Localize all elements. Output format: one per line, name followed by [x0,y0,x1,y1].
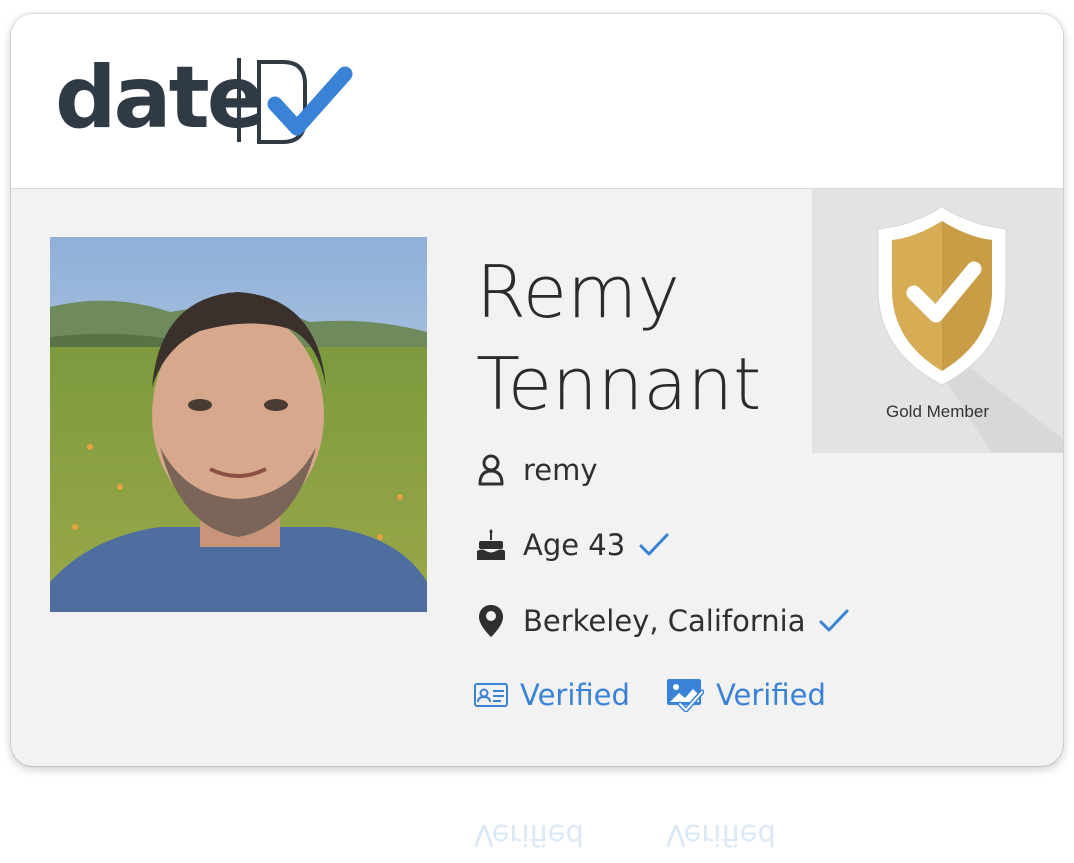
id-verified-label: Verified [520,678,630,712]
id-card-icon [474,683,508,707]
age-verified-check-icon [639,533,669,557]
location-row: Berkeley, California [476,601,849,641]
profile-photo [50,237,427,612]
verification-row: Verified Verified [474,675,826,715]
location-value: Berkeley, California [523,604,806,638]
profile-name: Remy Tennant [476,246,761,430]
last-name: Tennant [476,342,762,426]
username: remy [523,453,598,487]
reflection-id-label: Verified [474,818,584,852]
profile-card: date Gold Member Remy Tennant remy Age 4… [11,14,1063,766]
id-verified: Verified [474,678,630,712]
photo-verified: Verified [666,678,826,712]
badge-label: Gold Member [886,402,989,421]
location-verified-check-icon [819,609,849,633]
photo-check-icon [666,678,704,712]
logo-check-mark [237,58,353,144]
age-row: Age 43 [476,525,669,565]
user-icon [476,453,506,487]
profile-photo-image [50,237,427,612]
location-pin-icon [476,604,506,638]
username-row: remy [476,450,598,490]
card-header: date [11,14,1063,189]
birthday-cake-icon [476,528,506,562]
first-name: Remy [476,250,680,334]
photo-verified-label: Verified [715,678,826,712]
card-reflection: Verified Verified [460,818,880,863]
gold-member-badge: Gold Member [812,189,1063,453]
age-value: Age 43 [523,528,626,562]
reflection-photo-label: Verified [665,818,776,852]
